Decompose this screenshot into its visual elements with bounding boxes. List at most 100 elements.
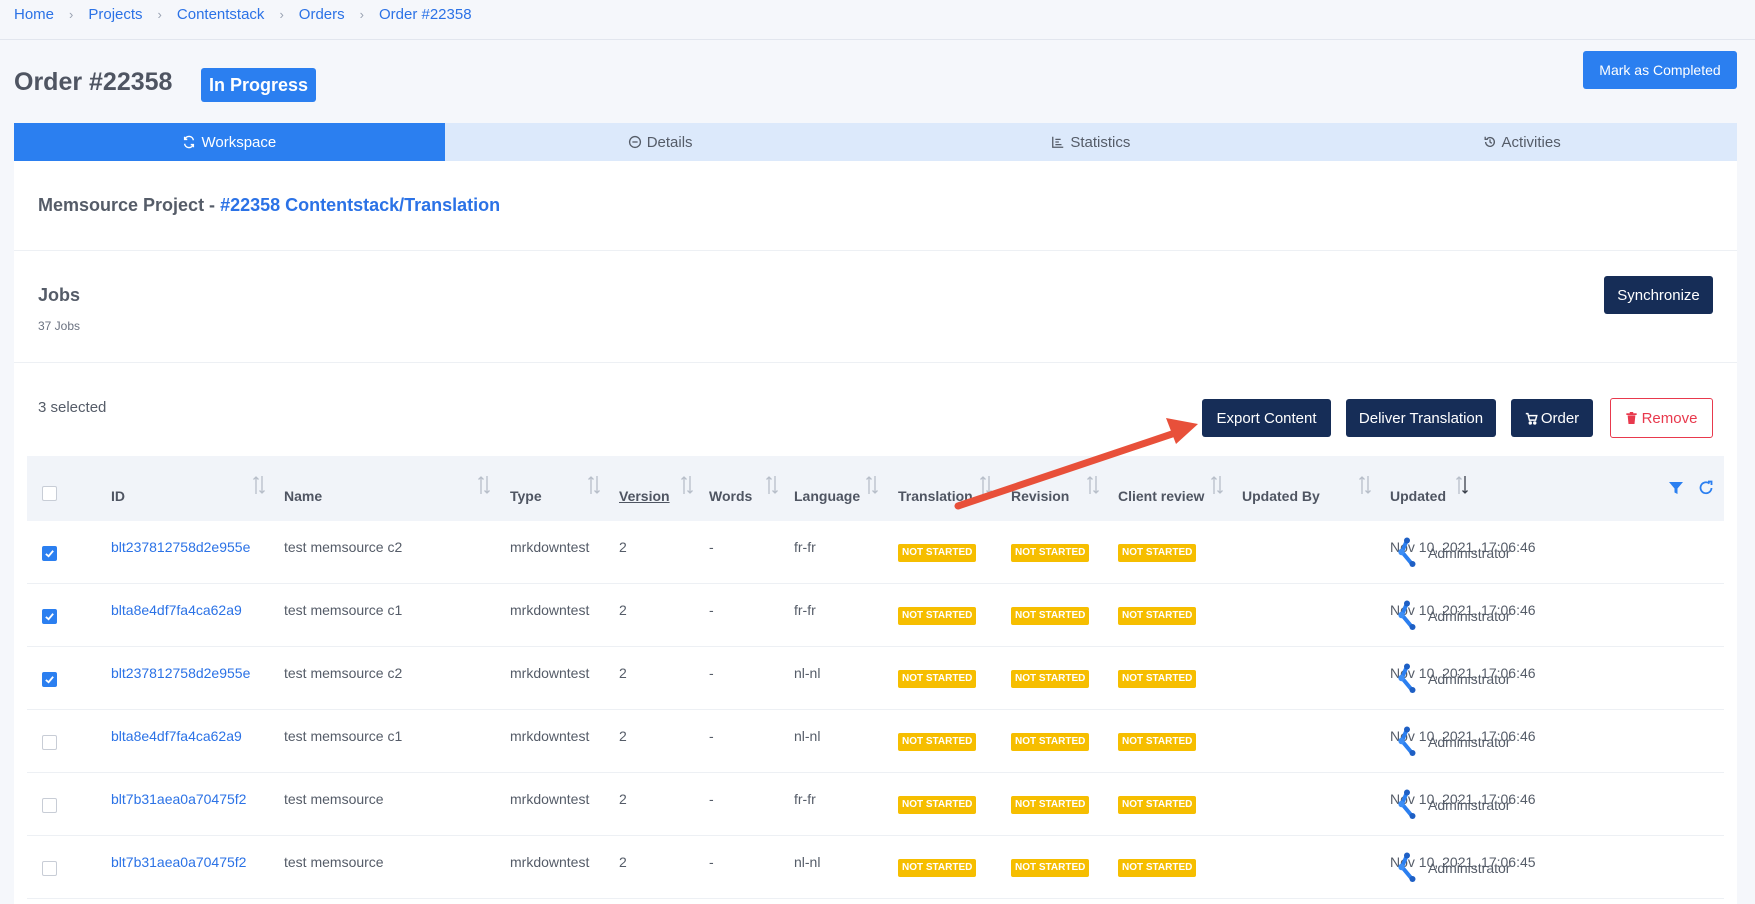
tab-workspace[interactable]: Workspace	[14, 123, 445, 161]
sort-icon[interactable]	[1086, 474, 1100, 496]
row-words: -	[709, 791, 714, 807]
sort-icon[interactable]	[252, 474, 266, 496]
row-version: 2	[619, 854, 627, 870]
activities-icon	[1484, 136, 1495, 147]
table-row[interactable]: blt7b31aea0a70475f2 test memsource mrkdown…	[27, 773, 1724, 836]
row-checkbox[interactable]	[42, 861, 57, 876]
sort-icon[interactable]	[765, 474, 779, 496]
row-type: mrkdowntest	[510, 665, 590, 681]
row-id[interactable]: blt7b31aea0a70475f2	[111, 791, 246, 807]
row-type: mrkdowntest	[510, 728, 590, 744]
col-updated[interactable]: Updated	[1390, 488, 1446, 504]
tab-label: Details	[646, 133, 693, 151]
sort-icon[interactable]	[1358, 474, 1372, 496]
col-translation[interactable]: Translation	[898, 488, 973, 504]
row-language: nl-nl	[794, 665, 821, 681]
statistics-icon	[1052, 136, 1064, 148]
breadcrumb-order[interactable]: Order #22358	[379, 6, 472, 23]
row-id[interactable]: blta8e4df7fa4ca62a9	[111, 728, 242, 744]
tab-label: Workspace	[201, 133, 277, 151]
revision-status-badge: NOT STARTED	[1011, 859, 1090, 877]
user-avatar-icon	[1398, 537, 1416, 567]
chevron-right-icon: ›	[279, 6, 284, 22]
order-button[interactable]: Order	[1511, 399, 1593, 437]
deliver-translation-button[interactable]: Deliver Translation	[1346, 399, 1496, 437]
table-row[interactable]: blta8e4df7fa4ca62a9 test memsource c1 mrkd…	[27, 584, 1724, 647]
row-language: nl-nl	[794, 854, 821, 870]
row-words: -	[709, 728, 714, 744]
col-id[interactable]: ID	[111, 488, 125, 504]
chevron-right-icon: ›	[359, 6, 364, 22]
row-checkbox[interactable]	[42, 798, 57, 813]
col-type[interactable]: Type	[510, 488, 542, 504]
translation-status-badge: NOT STARTED	[898, 607, 977, 625]
tab-activities[interactable]: Activities	[1306, 123, 1737, 161]
export-content-button[interactable]: Export Content	[1202, 399, 1331, 437]
chevron-right-icon: ›	[157, 6, 162, 22]
revision-status-badge: NOT STARTED	[1011, 796, 1090, 814]
jobs-title: Jobs	[38, 285, 81, 305]
row-version: 2	[619, 539, 627, 555]
header-divider	[0, 39, 1755, 40]
tab-statistics[interactable]: Statistics	[876, 123, 1307, 161]
row-id[interactable]: blt237812758d2e955e	[111, 665, 250, 681]
row-name: test memsource c2	[284, 665, 403, 681]
breadcrumb-contentstack[interactable]: Contentstack	[177, 6, 265, 23]
table-row[interactable]: blt237812758d2e955e test memsource c2 mrkd…	[27, 647, 1724, 710]
sort-icon[interactable]	[865, 474, 879, 496]
filter-icon[interactable]	[1668, 480, 1684, 496]
breadcrumb-projects[interactable]: Projects	[88, 6, 142, 23]
table-row[interactable]: blt7b31aea0a70475f2 test memsource mrkdown…	[27, 836, 1724, 899]
revision-status-badge: NOT STARTED	[1011, 733, 1090, 751]
row-checkbox[interactable]	[42, 609, 57, 624]
col-version[interactable]: Version	[619, 488, 670, 504]
col-client-review[interactable]: Client review	[1118, 488, 1204, 504]
row-version: 2	[619, 728, 627, 744]
deliver-label: Deliver Translation	[1358, 409, 1484, 427]
mark-completed-button[interactable]: Mark as Completed	[1583, 51, 1737, 89]
row-version: 2	[619, 602, 627, 618]
row-type: mrkdowntest	[510, 602, 590, 618]
sort-icon[interactable]	[979, 474, 993, 496]
sort-desc-icon[interactable]	[1455, 474, 1469, 496]
client-review-status-badge: NOT STARTED	[1118, 670, 1197, 688]
col-language[interactable]: Language	[794, 488, 860, 504]
jobs-count: 37 Jobs	[38, 319, 81, 333]
breadcrumb-home[interactable]: Home	[14, 6, 54, 23]
table-row[interactable]: blta8e4df7fa4ca62a9 test memsource c1 mrkd…	[27, 710, 1724, 773]
tab-details[interactable]: Details	[445, 123, 876, 161]
translation-status-badge: NOT STARTED	[898, 859, 977, 877]
user-avatar-icon	[1398, 600, 1416, 630]
select-all-checkbox[interactable]	[42, 486, 57, 501]
row-checkbox[interactable]	[42, 546, 57, 561]
refresh-icon[interactable]	[1698, 480, 1714, 496]
row-type: mrkdowntest	[510, 854, 590, 870]
row-id[interactable]: blta8e4df7fa4ca62a9	[111, 602, 242, 618]
sort-icon[interactable]	[1210, 474, 1224, 496]
remove-button[interactable]: Remove	[1610, 398, 1713, 438]
col-revision[interactable]: Revision	[1011, 488, 1069, 504]
selection-count: 3 selected	[38, 399, 107, 416]
sort-icon[interactable]	[680, 474, 694, 496]
row-name: test memsource	[284, 791, 384, 807]
row-id[interactable]: blt237812758d2e955e	[111, 539, 250, 555]
user-avatar-icon	[1398, 663, 1416, 693]
synchronize-button[interactable]: Synchronize	[1604, 276, 1713, 314]
row-id[interactable]: blt7b31aea0a70475f2	[111, 854, 246, 870]
table-row[interactable]: blt237812758d2e955e test memsource c2 mrkd…	[27, 521, 1724, 584]
project-link[interactable]: #22358 Contentstack/Translation	[220, 195, 500, 215]
breadcrumb-orders[interactable]: Orders	[299, 6, 345, 23]
row-words: -	[709, 602, 714, 618]
row-updated-by: Administrator	[1428, 671, 1511, 687]
user-avatar-icon	[1398, 726, 1416, 756]
col-updated-by[interactable]: Updated By	[1242, 488, 1320, 504]
row-checkbox[interactable]	[42, 672, 57, 687]
client-review-status-badge: NOT STARTED	[1118, 796, 1197, 814]
sort-icon[interactable]	[587, 474, 601, 496]
revision-status-badge: NOT STARTED	[1011, 544, 1090, 562]
col-words[interactable]: Words	[709, 488, 752, 504]
row-checkbox[interactable]	[42, 735, 57, 750]
status-badge: In Progress	[201, 68, 317, 102]
sort-icon[interactable]	[477, 474, 491, 496]
col-name[interactable]: Name	[284, 488, 322, 504]
